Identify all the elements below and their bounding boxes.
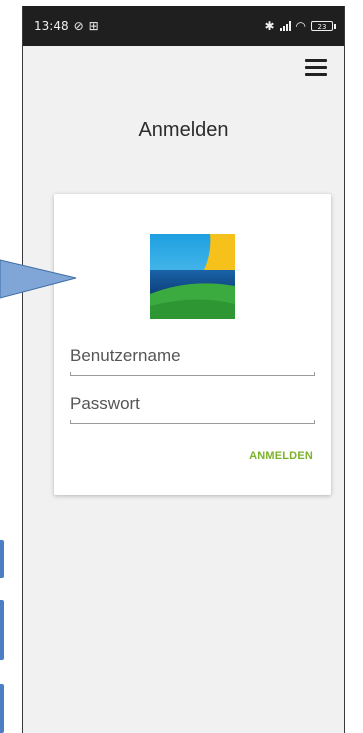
status-left: 13:48 ⊘ ⊞: [34, 19, 99, 33]
password-input[interactable]: [70, 394, 315, 414]
phone-screen: 13:48 ⊘ ⊞ ✱ ◠ 23 Anmelden Benutzername A…: [22, 6, 345, 733]
signal-icon: [279, 21, 291, 31]
login-card: ANMELDEN: [54, 194, 331, 495]
password-field[interactable]: [70, 394, 315, 424]
wifi-icon: ◠: [295, 19, 306, 33]
status-time: 13:48: [34, 19, 69, 33]
location-off-icon: ⊘: [73, 19, 84, 33]
status-bar: 13:48 ⊘ ⊞ ✱ ◠ 23: [23, 6, 344, 46]
side-tab-3[interactable]: [0, 684, 4, 733]
username-field[interactable]: [70, 346, 315, 376]
bluetooth-icon: ✱: [264, 19, 275, 33]
side-tab-1[interactable]: [0, 540, 4, 578]
overlay-callout-arrow: [0, 259, 77, 299]
username-input[interactable]: [70, 346, 315, 366]
page-title: Anmelden: [138, 119, 229, 141]
app-logo: [150, 234, 235, 319]
hamburger-menu-icon[interactable]: [305, 59, 327, 77]
password-underline: [70, 420, 315, 424]
battery-icon: 23: [311, 21, 336, 31]
status-right: ✱ ◠ 23: [264, 19, 336, 33]
side-tab-2[interactable]: [0, 600, 4, 660]
username-underline: [70, 372, 315, 376]
login-button[interactable]: ANMELDEN: [249, 450, 313, 462]
battery-level: 23: [317, 23, 327, 31]
grid-icon: ⊞: [88, 19, 99, 33]
